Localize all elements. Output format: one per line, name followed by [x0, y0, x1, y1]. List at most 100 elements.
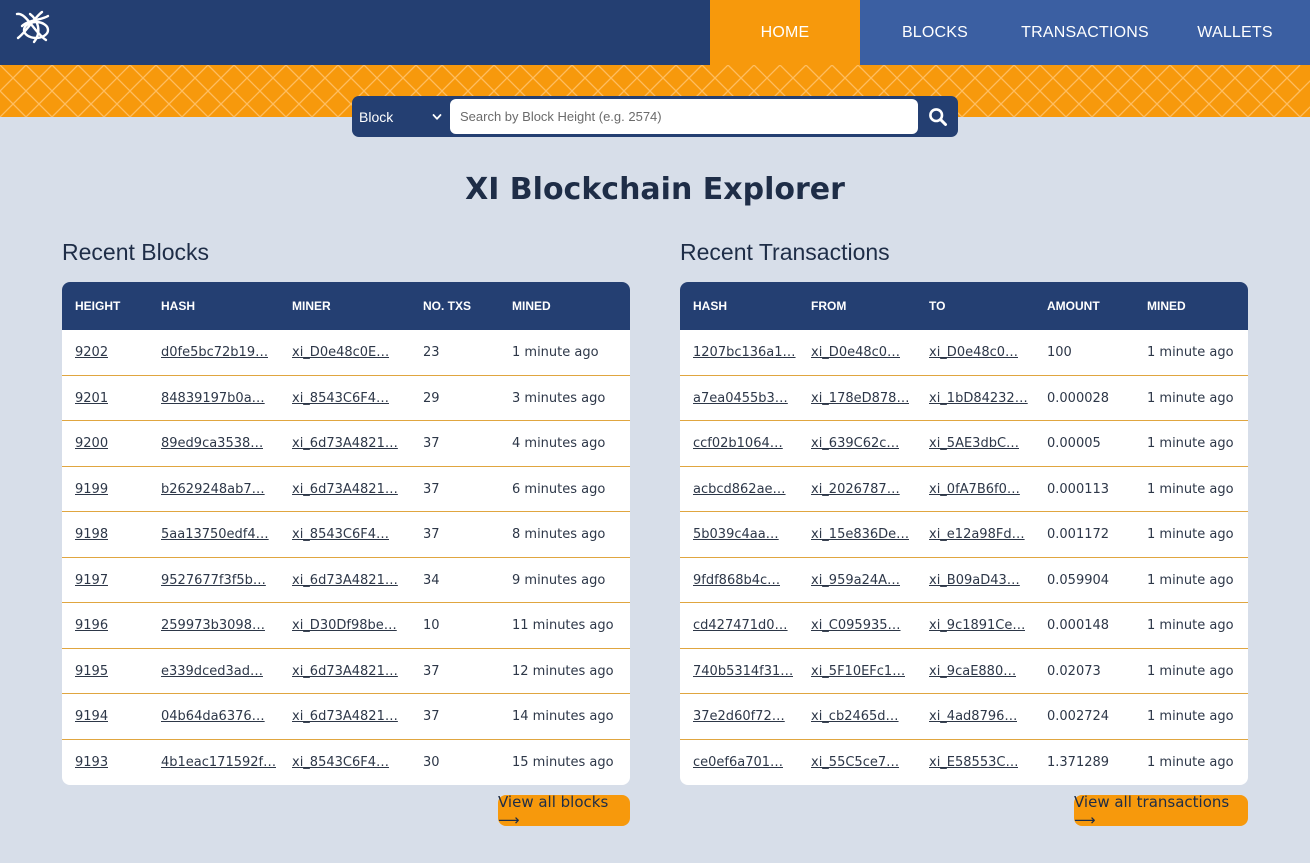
block-height-link[interactable]: 9193	[75, 740, 108, 786]
page-title: XI Blockchain Explorer	[465, 172, 845, 207]
to-address-link[interactable]: xi_e12a98Fd…	[929, 512, 1025, 558]
table-row: ce0ef6a701… xi_55C5ce7… xi_E58553C… 1.37128…	[680, 740, 1248, 786]
from-address-link[interactable]: xi_639C62c…	[811, 421, 899, 467]
column-header: MINED	[1147, 299, 1186, 313]
to-address-link[interactable]: xi_9c1891Ce…	[929, 603, 1025, 649]
nav-wallets[interactable]: WALLETS	[1160, 0, 1310, 65]
miner-link[interactable]: xi_6d73A4821…	[292, 649, 398, 695]
recent-blocks-title: Recent Blocks	[62, 239, 210, 265]
tx-hash-link[interactable]: 9fdf868b4c…	[693, 558, 780, 604]
block-height-link[interactable]: 9197	[75, 558, 108, 604]
tx-hash-link[interactable]: 1207bc136a1…	[693, 330, 796, 376]
search-type-select[interactable]: Block	[352, 96, 450, 137]
block-hash-link[interactable]: b2629248ab7…	[161, 467, 265, 513]
table-header: HEIGHT HASH MINER NO. TXS MINED	[62, 282, 630, 330]
search-input[interactable]	[450, 99, 918, 134]
block-hash-link[interactable]: 259973b3098…	[161, 603, 265, 649]
table-row: 9202 d0fe5bc72b19… xi_D0e48c0E… 23 1 minute …	[62, 330, 630, 376]
block-height-link[interactable]: 9194	[75, 694, 108, 740]
to-address-link[interactable]: xi_B09aD43…	[929, 558, 1020, 604]
view-all-blocks-button[interactable]: View all blocks ⟶	[498, 793, 630, 829]
block-hash-link[interactable]: d0fe5bc72b19…	[161, 330, 268, 376]
tx-count: 37	[423, 527, 440, 542]
column-header: MINER	[292, 299, 331, 313]
tx-count: 30	[423, 754, 440, 770]
from-address-link[interactable]: xi_55C5ce7…	[811, 740, 899, 786]
miner-link[interactable]: xi_8543C6F4…	[292, 512, 389, 558]
view-all-transactions-button[interactable]: View all transactions ⟶	[1074, 793, 1248, 829]
miner-link[interactable]: xi_6d73A4821…	[292, 421, 398, 467]
from-address-link[interactable]: xi_15e836De…	[811, 512, 909, 558]
block-height-link[interactable]: 9200	[75, 421, 108, 467]
table-row: ccf02b1064… xi_639C62c… xi_5AE3dbC… 0.00005…	[680, 421, 1248, 467]
to-address-link[interactable]: xi_1bD84232…	[929, 376, 1028, 422]
tx-hash-link[interactable]: 740b5314f31…	[693, 649, 793, 695]
mined-time: 4 minutes ago	[512, 436, 606, 451]
miner-link[interactable]: xi_D30Df98be…	[292, 603, 397, 649]
mined-time: 8 minutes ago	[512, 527, 606, 542]
block-hash-link[interactable]: 4b1eac171592f…	[161, 740, 276, 786]
mined-time: 12 minutes ago	[512, 663, 614, 679]
miner-link[interactable]: xi_6d73A4821…	[292, 467, 398, 513]
nav-home[interactable]: HOME	[710, 0, 860, 65]
block-height-link[interactable]: 9201	[75, 376, 108, 422]
tx-hash-link[interactable]: ce0ef6a701…	[693, 740, 783, 786]
tx-count: 34	[423, 572, 440, 588]
column-header: MINED	[512, 299, 551, 313]
xi-logo-icon[interactable]	[12, 6, 54, 48]
to-address-link[interactable]: xi_5AE3dbC…	[929, 421, 1019, 467]
miner-link[interactable]: xi_D0e48c0E…	[292, 330, 389, 376]
mined-time: 1 minute ago	[1147, 436, 1234, 451]
to-address-link[interactable]: xi_D0e48c0…	[929, 330, 1018, 376]
tx-hash-link[interactable]: a7ea0455b3…	[693, 376, 788, 422]
mined-time: 1 minute ago	[1147, 754, 1234, 770]
block-hash-link[interactable]: 5aa13750edf4…	[161, 512, 269, 558]
from-address-link[interactable]: xi_D0e48c0…	[811, 330, 900, 376]
from-address-link[interactable]: xi_959a24A…	[811, 558, 900, 604]
amount: 0.02073	[1047, 663, 1101, 679]
from-address-link[interactable]: xi_2026787…	[811, 467, 900, 513]
mined-time: 9 minutes ago	[512, 572, 606, 588]
nav-transactions[interactable]: TRANSACTIONS	[1010, 0, 1160, 65]
from-address-link[interactable]: xi_178eD878…	[811, 376, 909, 422]
tx-hash-link[interactable]: acbcd862ae…	[693, 467, 786, 513]
to-address-link[interactable]: xi_E58553C…	[929, 740, 1018, 786]
from-address-link[interactable]: xi_C095935…	[811, 603, 901, 649]
nav-blocks[interactable]: BLOCKS	[860, 0, 1010, 65]
block-height-link[interactable]: 9196	[75, 603, 108, 649]
tx-hash-link[interactable]: 37e2d60f72…	[693, 694, 785, 740]
block-hash-link[interactable]: e339dced3ad…	[161, 649, 263, 695]
miner-link[interactable]: xi_6d73A4821…	[292, 694, 398, 740]
block-height-link[interactable]: 9195	[75, 649, 108, 695]
tx-count: 29	[423, 390, 440, 406]
to-address-link[interactable]: xi_0fA7B6f0…	[929, 467, 1020, 513]
block-hash-link[interactable]: 89ed9ca3538…	[161, 421, 263, 467]
block-hash-link[interactable]: 04b64da6376…	[161, 694, 265, 740]
miner-link[interactable]: xi_8543C6F4…	[292, 376, 389, 422]
to-address-link[interactable]: xi_9caE880…	[929, 649, 1016, 695]
miner-link[interactable]: xi_8543C6F4…	[292, 740, 389, 786]
tx-hash-link[interactable]: ccf02b1064…	[693, 421, 783, 467]
table-header: HASH FROM TO AMOUNT MINED	[680, 282, 1248, 330]
column-header: FROM	[811, 299, 847, 313]
tx-count: 37	[423, 663, 440, 679]
table-row: cd427471d0… xi_C095935… xi_9c1891Ce… 0.0001…	[680, 603, 1248, 649]
tx-hash-link[interactable]: 5b039c4aa…	[693, 512, 779, 558]
from-address-link[interactable]: xi_5F10EFc1…	[811, 649, 905, 695]
chevron-down-icon	[432, 113, 442, 120]
search-button[interactable]	[918, 96, 958, 137]
block-height-link[interactable]: 9198	[75, 512, 108, 558]
column-header: NO. TXS	[423, 299, 472, 313]
amount: 1.371289	[1047, 754, 1110, 770]
tx-hash-link[interactable]: cd427471d0…	[693, 603, 788, 649]
to-address-link[interactable]: xi_4ad8796…	[929, 694, 1017, 740]
search-icon	[929, 107, 947, 126]
block-height-link[interactable]: 9199	[75, 467, 108, 513]
from-address-link[interactable]: xi_cb2465d…	[811, 694, 899, 740]
block-hash-link[interactable]: 84839197b0a…	[161, 376, 265, 422]
column-header: HASH	[693, 299, 728, 313]
miner-link[interactable]: xi_6d73A4821…	[292, 558, 398, 604]
block-hash-link[interactable]: 9527677f3f5b…	[161, 558, 266, 604]
table-row: 5b039c4aa… xi_15e836De… xi_e12a98Fd… 0.0011…	[680, 512, 1248, 558]
block-height-link[interactable]: 9202	[75, 330, 108, 376]
